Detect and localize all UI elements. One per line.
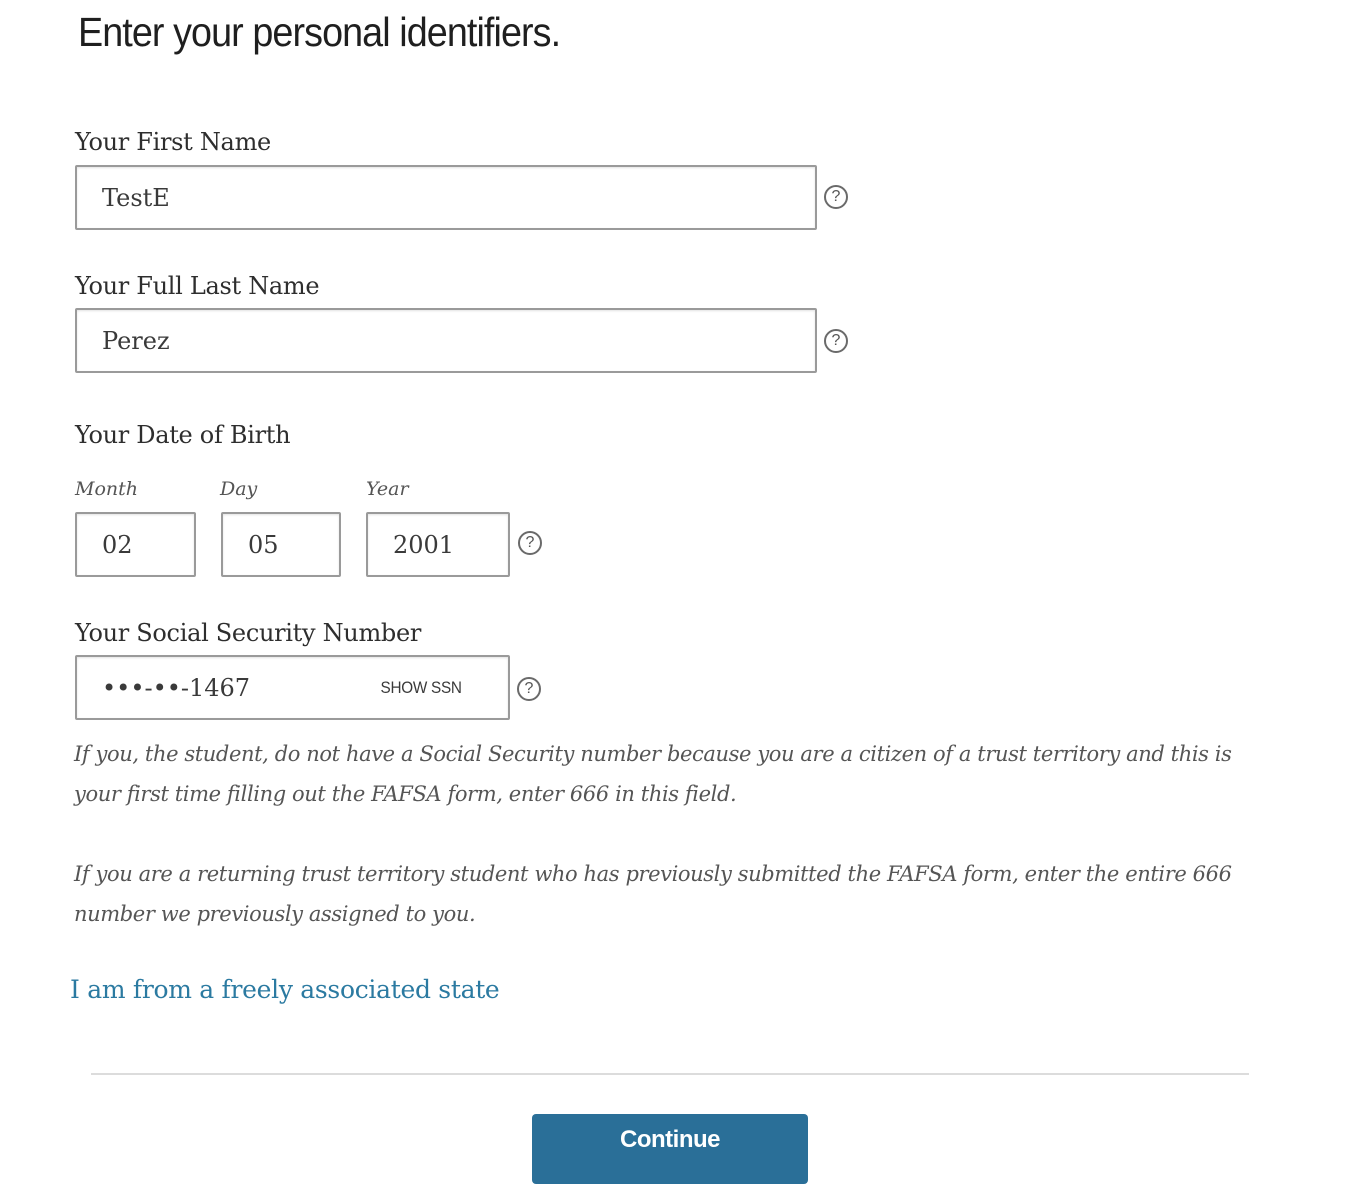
dob-month-input[interactable] xyxy=(77,514,194,575)
first-name-label: Your First Name xyxy=(75,128,271,156)
freely-associated-state-link[interactable]: I am from a freely associated state xyxy=(70,972,500,1008)
dob-help-icon[interactable]: ? xyxy=(518,531,542,555)
first-name-input[interactable] xyxy=(77,167,815,228)
dob-month-label: Month xyxy=(75,478,139,500)
personal-identifiers-page: Enter your personal identifiers. Your Fi… xyxy=(0,0,1350,1184)
dob-day-input[interactable] xyxy=(223,514,339,575)
continue-button[interactable]: Continue xyxy=(532,1114,808,1184)
ssn-label: Your Social Security Number xyxy=(75,619,422,647)
first-name-field-wrapper xyxy=(75,165,817,230)
page-title: Enter your personal identifiers. xyxy=(78,9,561,55)
dob-day-field-wrapper xyxy=(221,512,341,577)
dob-label: Your Date of Birth xyxy=(75,421,291,449)
dob-year-input[interactable] xyxy=(368,514,508,575)
last-name-label: Your Full Last Name xyxy=(75,272,320,300)
show-ssn-button[interactable]: SHOW SSN xyxy=(380,657,461,718)
ssn-help-icon[interactable]: ? xyxy=(517,677,541,701)
trust-territory-returning-note: If you are a returning trust territory s… xyxy=(74,862,1232,926)
first-name-help-icon[interactable]: ? xyxy=(824,185,848,209)
ssn-field-wrapper: SHOW SSN xyxy=(75,655,510,720)
dob-day-label: Day xyxy=(220,478,258,500)
dob-year-field-wrapper xyxy=(366,512,510,577)
dob-year-label: Year xyxy=(366,478,409,500)
last-name-help-icon[interactable]: ? xyxy=(824,329,848,353)
divider xyxy=(91,1073,1249,1075)
last-name-input[interactable] xyxy=(77,310,815,371)
dob-month-field-wrapper xyxy=(75,512,196,577)
last-name-field-wrapper xyxy=(75,308,817,373)
trust-territory-first-note: If you, the student, do not have a Socia… xyxy=(74,742,1232,806)
